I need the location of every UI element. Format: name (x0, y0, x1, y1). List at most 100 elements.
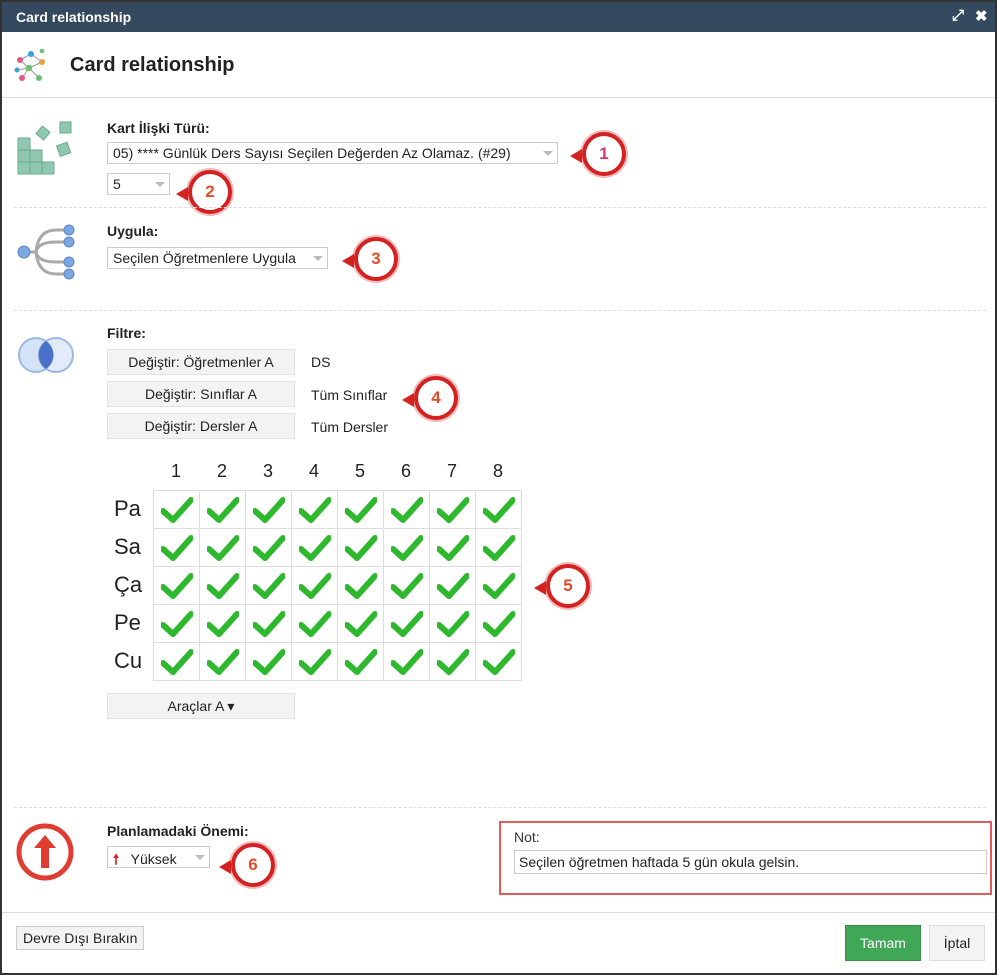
tools-menu-button[interactable]: Araçlar A ▾ (107, 693, 295, 719)
grid-cell[interactable] (153, 604, 200, 643)
relation-count-select[interactable]: 5 (107, 173, 170, 195)
checkmark-icon (252, 572, 285, 599)
day-label[interactable]: Pe (114, 610, 141, 636)
grid-cell[interactable] (383, 604, 430, 643)
grid-cell[interactable] (337, 490, 384, 529)
change-teachers-button[interactable]: Değiştir: Öğretmenler A (107, 349, 295, 375)
callout-1: 1 (570, 132, 626, 176)
section-divider (14, 807, 986, 808)
grid-cell[interactable] (245, 642, 292, 681)
apply-select[interactable]: Seçilen Öğretmenlere Uygula (107, 247, 328, 269)
grid-cell[interactable] (199, 604, 246, 643)
network-graph-icon (14, 48, 45, 81)
importance-select[interactable]: 🠕 Yüksek (107, 846, 210, 868)
relation-type-value: 05) **** Günlük Ders Sayısı Seçilen Değe… (113, 145, 511, 161)
grid-cell[interactable] (199, 528, 246, 567)
callout-3: 3 (342, 237, 398, 281)
period-header[interactable]: 7 (429, 461, 475, 482)
grid-cell[interactable] (475, 490, 522, 529)
checkmark-icon (298, 496, 331, 523)
apply-value: Seçilen Öğretmenlere Uygula (113, 250, 296, 266)
change-classes-button[interactable]: Değiştir: Sınıflar A (107, 381, 295, 407)
note-input[interactable] (514, 850, 987, 874)
period-header[interactable]: 8 (475, 461, 521, 482)
period-header[interactable]: 4 (291, 461, 337, 482)
grid-cell[interactable] (245, 490, 292, 529)
grid-cell[interactable] (429, 528, 476, 567)
checkmark-icon (344, 610, 377, 637)
checkmark-icon (298, 534, 331, 561)
chevron-down-icon (195, 855, 205, 860)
checkmark-icon (252, 648, 285, 675)
change-subjects-button[interactable]: Değiştir: Dersler A (107, 413, 295, 439)
disable-button[interactable]: Devre Dışı Bırakın (16, 926, 145, 950)
period-header[interactable]: 1 (153, 461, 199, 482)
section-divider (14, 310, 986, 311)
checkmark-icon (436, 648, 469, 675)
checkmark-icon (436, 496, 469, 523)
grid-cell[interactable] (291, 642, 338, 681)
grid-cell[interactable] (383, 566, 430, 605)
grid-cell[interactable] (291, 566, 338, 605)
checkmark-icon (390, 648, 423, 675)
period-header[interactable]: 2 (199, 461, 245, 482)
grid-cell[interactable] (199, 642, 246, 681)
chevron-down-icon (543, 151, 553, 156)
checkmark-icon (206, 572, 239, 599)
checkmark-icon (160, 496, 193, 523)
day-label[interactable]: Sa (114, 534, 141, 560)
cancel-button[interactable]: İptal (929, 925, 985, 961)
grid-cell[interactable] (199, 490, 246, 529)
grid-cell[interactable] (475, 566, 522, 605)
grid-cell[interactable] (153, 566, 200, 605)
grid-cell[interactable] (475, 528, 522, 567)
maximize-icon[interactable]: ⤢ (952, 7, 964, 24)
grid-cell[interactable] (153, 642, 200, 681)
grid-cell[interactable] (291, 528, 338, 567)
grid-cell[interactable] (429, 642, 476, 681)
grid-cell[interactable] (337, 566, 384, 605)
grid-cell[interactable] (291, 490, 338, 529)
grid-cell[interactable] (245, 604, 292, 643)
note-label: Not: (514, 829, 540, 845)
checkmark-icon (344, 648, 377, 675)
grid-cell[interactable] (383, 490, 430, 529)
venn-diagram-icon (18, 337, 74, 373)
grid-cell[interactable] (245, 566, 292, 605)
grid-cell[interactable] (245, 528, 292, 567)
grid-cell[interactable] (337, 604, 384, 643)
dialog-window: Card relationship ⤢ ✖ Card relationship (0, 0, 997, 975)
checkmark-icon (344, 496, 377, 523)
grid-cell[interactable] (199, 566, 246, 605)
grid-row (153, 528, 522, 567)
grid-cell[interactable] (383, 528, 430, 567)
period-header[interactable]: 6 (383, 461, 429, 482)
classes-filter-value: Tüm Sınıflar (311, 387, 388, 403)
relation-type-select[interactable]: 05) **** Günlük Ders Sayısı Seçilen Değe… (107, 142, 558, 164)
tree-branch-icon (17, 224, 75, 280)
grid-cell[interactable] (153, 528, 200, 567)
day-label[interactable]: Ça (114, 572, 142, 598)
dialog-header: Card relationship (2, 32, 995, 98)
period-header[interactable]: 5 (337, 461, 383, 482)
grid-cell[interactable] (153, 490, 200, 529)
grid-cell[interactable] (475, 642, 522, 681)
checkmark-icon (390, 496, 423, 523)
ok-button[interactable]: Tamam (845, 925, 921, 961)
checkmark-icon (482, 610, 515, 637)
grid-cell[interactable] (475, 604, 522, 643)
grid-cell[interactable] (337, 642, 384, 681)
grid-cell[interactable] (429, 566, 476, 605)
grid-cell[interactable] (383, 642, 430, 681)
checkmark-icon (298, 610, 331, 637)
close-icon[interactable]: ✖ (975, 7, 988, 25)
grid-cell[interactable] (337, 528, 384, 567)
grid-cell[interactable] (429, 490, 476, 529)
grid-cell[interactable] (291, 604, 338, 643)
period-header[interactable]: 3 (245, 461, 291, 482)
grid-row (153, 490, 522, 529)
day-label[interactable]: Pa (114, 496, 141, 522)
grid-cell[interactable] (429, 604, 476, 643)
day-label[interactable]: Cu (114, 648, 142, 674)
checkmark-icon (436, 534, 469, 561)
